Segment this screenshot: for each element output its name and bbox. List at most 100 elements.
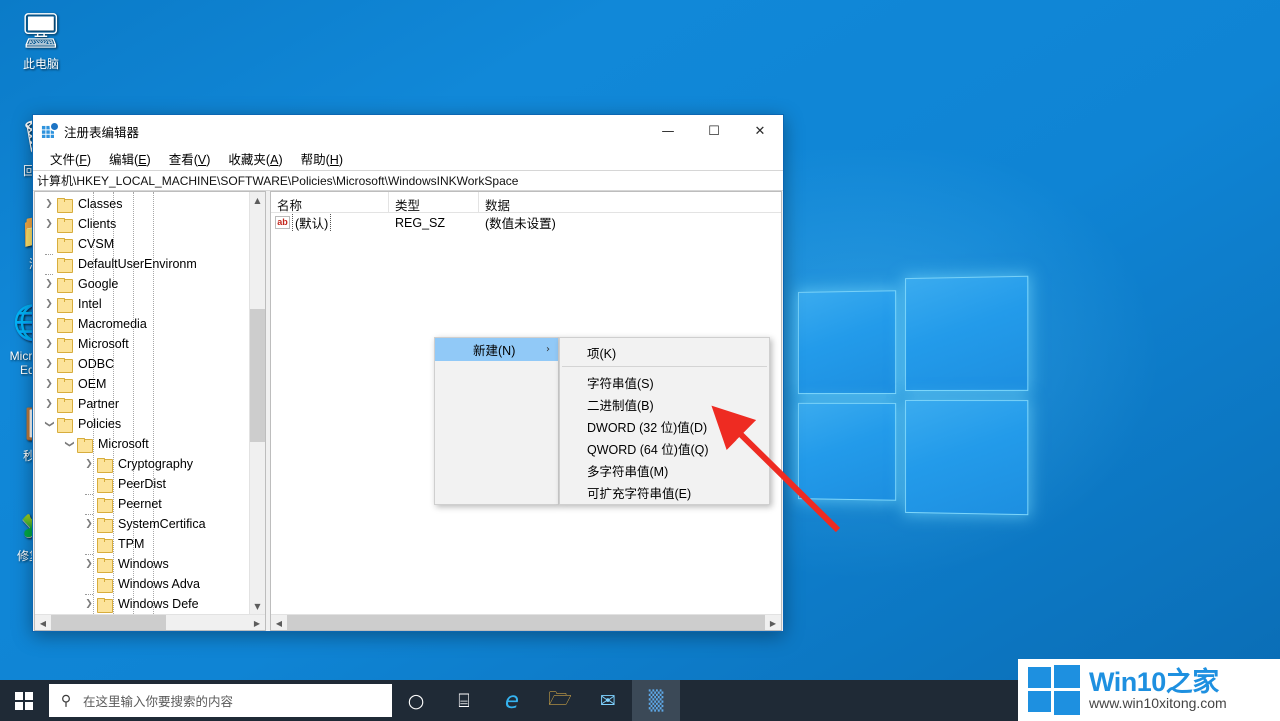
desktop[interactable]: 🖥 此电脑 🗑 回收站 📁 测试 🌐 Microsoft Edge 📋 秒关机 … — [0, 0, 1280, 721]
chevron-right-icon[interactable]: ❯ — [41, 374, 57, 394]
tree-item-label: Microsoft — [98, 437, 149, 451]
tree-vertical-scrollbar[interactable]: ▲ ▼ — [249, 192, 265, 614]
values-horizontal-scrollbar[interactable]: ◀ ▶ — [271, 614, 781, 630]
context-menu-item-qword-64-value[interactable]: QWORD (64 位)值(Q) — [560, 437, 769, 459]
menu-view[interactable]: 查看(V) — [160, 147, 220, 171]
chevron-right-icon[interactable]: ❯ — [41, 314, 57, 334]
context-menu-item-string-value[interactable]: 字符串值(S) — [560, 371, 769, 393]
scroll-up-icon[interactable]: ▲ — [250, 192, 265, 208]
chevron-right-icon[interactable]: ❯ — [41, 394, 57, 414]
menu-file[interactable]: 文件(F) — [41, 147, 100, 171]
taskbar-item-cortana[interactable]: ○ — [392, 680, 440, 721]
registry-tree-pane[interactable]: ❯ Classes ❯ Clients CVSM DefaultUserEnvironm ❯… — [34, 191, 266, 631]
chevron-right-icon[interactable]: ❯ — [41, 294, 57, 314]
chevron-right-icon[interactable]: ❯ — [81, 454, 97, 474]
tree-item-defaultuserenvironm[interactable]: DefaultUserEnvironm — [35, 254, 249, 275]
tree-item-label: Partner — [78, 397, 119, 411]
taskbar-item-mail[interactable]: ✉ — [584, 680, 632, 721]
tree-item-windows-defe[interactable]: ❯ Windows Defe — [35, 594, 249, 614]
table-row[interactable]: ab (默认) REG_SZ (数值未设置) — [271, 213, 781, 232]
column-header-name[interactable]: 名称 — [271, 192, 389, 212]
tree-item-partner[interactable]: ❯ Partner — [35, 394, 249, 414]
tree-item-label: Peernet — [118, 497, 162, 511]
scroll-left-icon[interactable]: ◀ — [271, 615, 287, 630]
tree-item-systemcertifica[interactable]: ❯ SystemCertifica — [35, 514, 249, 534]
tree-item-peerdist[interactable]: PeerDist — [35, 474, 249, 495]
tree-item-windows[interactable]: ❯ Windows — [35, 554, 249, 574]
tree-item-oem[interactable]: ❯ OEM — [35, 374, 249, 394]
chevron-down-icon[interactable]: ❯ — [39, 416, 59, 432]
tree-hscroll-track[interactable] — [51, 615, 249, 630]
registry-editor-icon: ▒ — [648, 689, 664, 712]
value-name-cell[interactable]: ab (默认) — [271, 213, 389, 232]
scroll-right-icon[interactable]: ▶ — [765, 615, 781, 630]
context-menu-new-submenu[interactable]: 项(K) 字符串值(S) 二进制值(B) DWORD (32 位)值(D) QWORD … — [559, 337, 770, 505]
menubar[interactable]: 文件(F) 编辑(E) 查看(V) 收藏夹(A) 帮助(H) — [33, 147, 783, 170]
values-header-row[interactable]: 名称 类型 数据 — [271, 192, 781, 213]
desktop-icon-label: 此电脑 — [22, 57, 59, 71]
menu-favorites[interactable]: 收藏夹(A) — [219, 147, 291, 171]
context-menu-item-new[interactable]: 新建(N) › — [435, 338, 558, 361]
tree-item-windows-adva[interactable]: Windows Adva — [35, 574, 249, 595]
tree-item-google[interactable]: ❯ Google — [35, 274, 249, 294]
maximize-button[interactable]: ☐ — [691, 115, 737, 147]
desktop-icon-this-pc[interactable]: 🖥 此电脑 — [4, 8, 78, 71]
context-menu-item-key[interactable]: 项(K) — [560, 341, 769, 363]
tree-vscroll-track[interactable] — [250, 208, 265, 598]
tree-item-classes[interactable]: ❯ Classes — [35, 194, 249, 214]
tree-item-label: Cryptography — [118, 457, 194, 471]
minimize-button[interactable]: — — [645, 115, 691, 147]
folder-icon — [57, 257, 73, 273]
scroll-down-icon[interactable]: ▼ — [250, 598, 265, 614]
tree-item-cvsm[interactable]: CVSM — [35, 234, 249, 255]
context-menu-new[interactable]: 新建(N) › — [434, 337, 559, 505]
tree-item-label: Windows Adva — [118, 577, 200, 591]
registry-tree[interactable]: ❯ Classes ❯ Clients CVSM DefaultUserEnvironm ❯… — [35, 192, 249, 614]
context-menu-item-binary-value[interactable]: 二进制值(B) — [560, 393, 769, 415]
values-hscroll-thumb[interactable] — [287, 615, 765, 630]
values-hscroll-track[interactable] — [287, 615, 765, 630]
chevron-right-icon[interactable]: ❯ — [81, 594, 97, 614]
tree-item-policies[interactable]: ❯ Policies — [35, 414, 249, 434]
tree-item-odbc[interactable]: ❯ ODBC — [35, 354, 249, 374]
start-button[interactable] — [0, 680, 48, 721]
tree-item-microsoft[interactable]: ❯ Microsoft — [35, 434, 249, 454]
taskbar-item-file-explorer[interactable]: 🗁 — [536, 680, 584, 721]
tree-item-clients[interactable]: ❯ Clients — [35, 214, 249, 234]
chevron-right-icon[interactable]: ❯ — [41, 214, 57, 234]
context-menu-item-dword-32-value[interactable]: DWORD (32 位)值(D) — [560, 415, 769, 437]
folder-icon — [57, 317, 73, 333]
chevron-right-icon[interactable]: ❯ — [41, 274, 57, 294]
taskbar-item-task-view[interactable]: ⌸ — [440, 680, 488, 721]
tree-item-microsoft[interactable]: ❯ Microsoft — [35, 334, 249, 354]
context-menu-item-multi-string-value[interactable]: 多字符串值(M) — [560, 459, 769, 481]
tree-horizontal-scrollbar[interactable]: ◀ ▶ — [35, 614, 265, 630]
menu-edit[interactable]: 编辑(E) — [100, 147, 160, 171]
tree-item-intel[interactable]: ❯ Intel — [35, 294, 249, 314]
taskbar-item-registry-editor[interactable]: ▒ — [632, 680, 680, 721]
taskbar-search-input[interactable]: ⚲ 在这里输入你要搜索的内容 — [49, 684, 392, 717]
tree-vscroll-thumb[interactable] — [250, 309, 265, 442]
scroll-right-icon[interactable]: ▶ — [249, 615, 265, 630]
tree-item-macromedia[interactable]: ❯ Macromedia — [35, 314, 249, 334]
chevron-right-icon[interactable]: ❯ — [41, 354, 57, 374]
column-header-type[interactable]: 类型 — [389, 192, 479, 212]
chevron-right-icon[interactable]: ❯ — [81, 554, 97, 574]
chevron-right-icon[interactable]: ❯ — [81, 514, 97, 534]
taskbar-item-microsoft-edge[interactable]: e — [488, 680, 536, 721]
tree-item-tpm[interactable]: TPM — [35, 534, 249, 555]
address-bar[interactable]: 计算机\HKEY_LOCAL_MACHINE\SOFTWARE\Policies… — [33, 170, 783, 191]
menu-help[interactable]: 帮助(H) — [292, 147, 352, 171]
close-button[interactable]: ✕ — [737, 115, 783, 147]
tree-item-peernet[interactable]: Peernet — [35, 494, 249, 515]
tree-hscroll-thumb[interactable] — [51, 615, 166, 630]
context-menu-item-expandable-string[interactable]: 可扩充字符串值(E) — [560, 481, 769, 503]
column-header-data[interactable]: 数据 — [479, 192, 781, 212]
chevron-right-icon[interactable]: ❯ — [41, 334, 57, 354]
window-titlebar[interactable]: 注册表编辑器 — ☐ ✕ — [33, 115, 783, 147]
chevron-right-icon[interactable]: ❯ — [41, 194, 57, 214]
scroll-left-icon[interactable]: ◀ — [35, 615, 51, 630]
tree-item-cryptography[interactable]: ❯ Cryptography — [35, 454, 249, 474]
taskbar-icons[interactable]: ○ ⌸ e 🗁 ✉ ▒ — [392, 680, 680, 721]
chevron-down-icon[interactable]: ❯ — [59, 436, 79, 452]
